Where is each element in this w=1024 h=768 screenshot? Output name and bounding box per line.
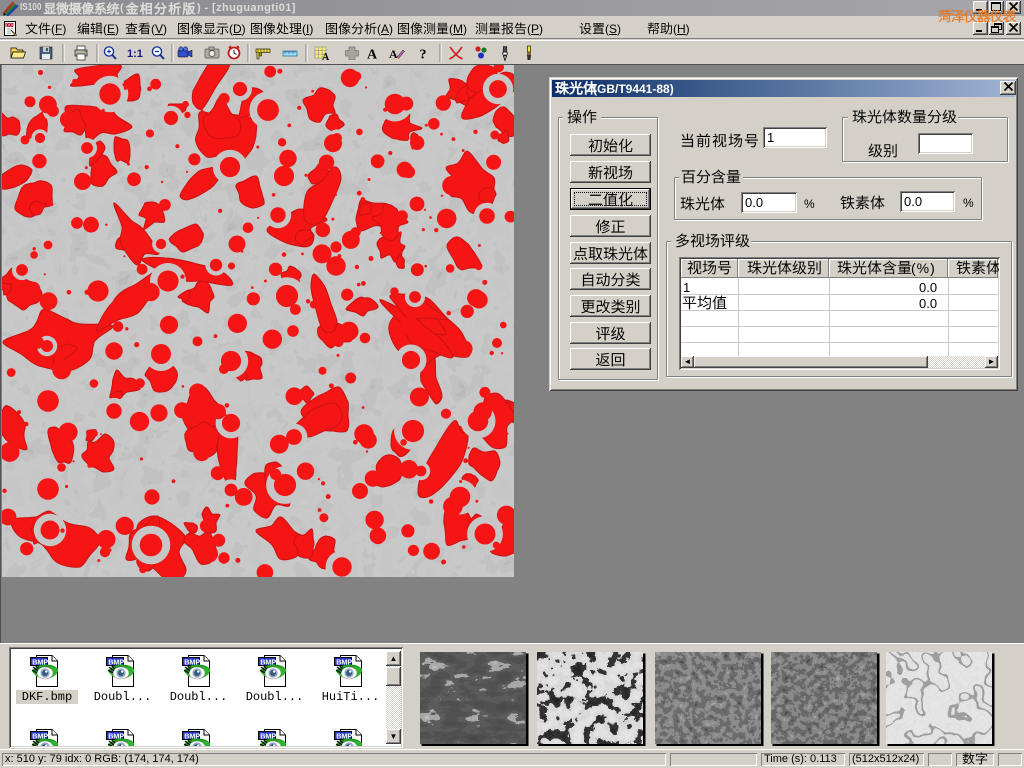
svg-text:A: A <box>322 52 330 63</box>
svg-text:A: A <box>367 48 378 63</box>
svg-text:DOC: DOC <box>6 23 15 28</box>
svg-text:1:1: 1:1 <box>127 48 143 60</box>
svg-text:?: ? <box>420 48 427 63</box>
